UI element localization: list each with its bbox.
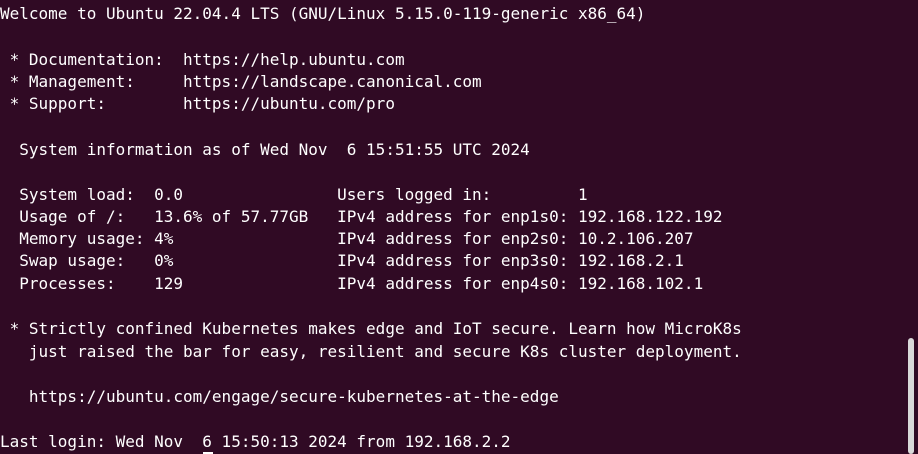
kubernetes-notice-line-2: just raised the bar for easy, resilient … [0,342,742,361]
kubernetes-link-line: https://ubuntu.com/engage/secure-kuberne… [0,387,559,406]
documentation-line: * Documentation: https://help.ubuntu.com [0,50,405,69]
system-load-line: System load: 0.0 Users logged in: 1 [0,185,588,204]
last-login-line: Last login: Wed Nov 6 15:50:13 2024 from… [0,432,511,451]
memory-usage-line: Memory usage: 4% IPv4 address for enp2s0… [0,229,694,248]
support-line: * Support: https://ubuntu.com/pro [0,94,395,113]
swap-usage-line: Swap usage: 0% IPv4 address for enp3s0: … [0,251,684,270]
disk-usage-line: Usage of /: 13.6% of 57.77GB IPv4 addres… [0,207,723,226]
kubernetes-notice-line-1: * Strictly confined Kubernetes makes edg… [0,319,742,338]
management-line: * Management: https://landscape.canonica… [0,72,482,91]
system-info-header: System information as of Wed Nov 6 15:51… [0,140,530,159]
vertical-scrollbar[interactable] [908,338,914,454]
processes-line: Processes: 129 IPv4 address for enp4s0: … [0,274,704,293]
terminal-window[interactable]: Welcome to Ubuntu 22.04.4 LTS (GNU/Linux… [0,0,918,454]
welcome-line: Welcome to Ubuntu 22.04.4 LTS (GNU/Linux… [0,4,646,23]
